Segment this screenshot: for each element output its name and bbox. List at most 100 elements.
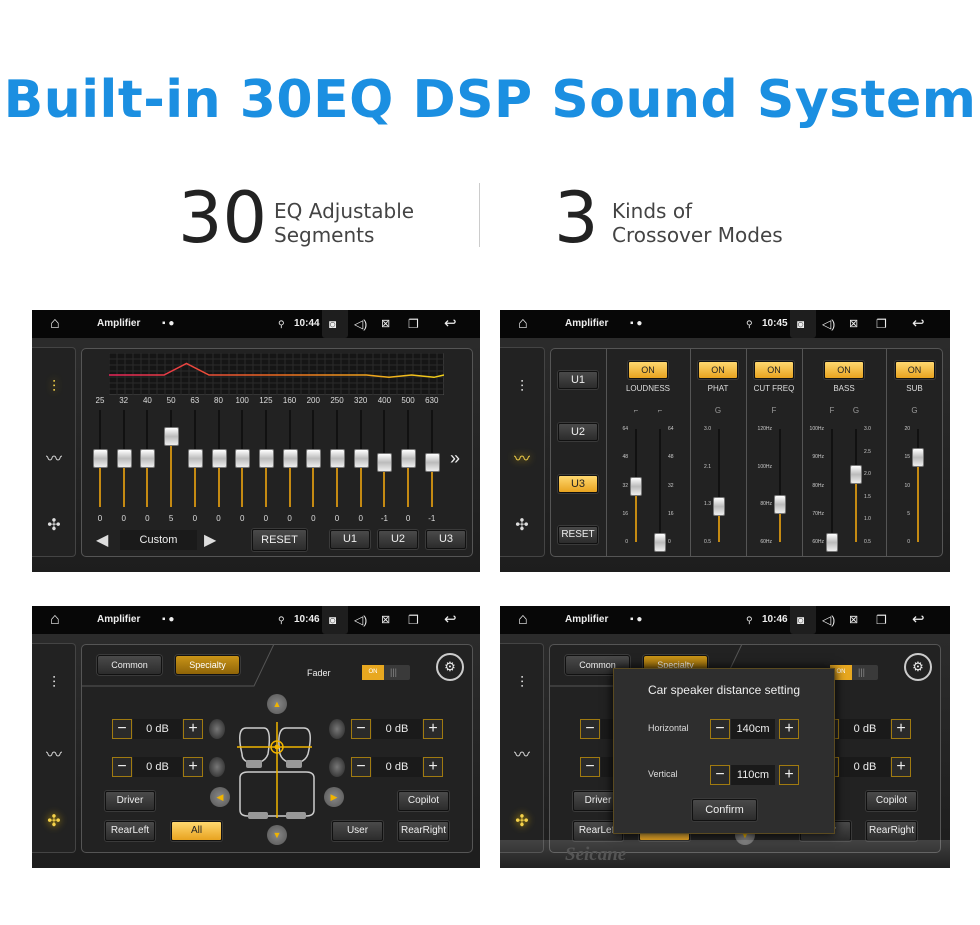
front-left-plus-button[interactable]: + xyxy=(183,719,203,739)
horizontal-plus-button[interactable]: + xyxy=(779,719,799,739)
front-left-minus-button[interactable]: − xyxy=(112,719,132,739)
next-bands-icon[interactable]: » xyxy=(450,448,460,469)
crossover-slider-track[interactable] xyxy=(659,429,661,542)
confirm-button[interactable]: Confirm xyxy=(692,799,757,821)
front-right-plus-button[interactable]: + xyxy=(423,719,443,739)
eq-slider-handle[interactable] xyxy=(377,453,393,473)
recents-icon[interactable]: ❐ xyxy=(408,606,419,634)
home-icon[interactable]: ⌂ xyxy=(518,310,528,338)
sidebar-eq-icon[interactable]: ⫶ xyxy=(44,378,64,398)
back-icon[interactable]: ↩ xyxy=(912,606,925,634)
close-app-icon[interactable]: ⊠ xyxy=(849,310,858,338)
eq-slider-handle[interactable] xyxy=(424,453,440,473)
eq-reset-button[interactable]: RESET xyxy=(252,529,307,551)
home-icon[interactable]: ⌂ xyxy=(50,606,60,634)
toggle-phat[interactable]: ON xyxy=(698,361,738,379)
speaker-distance-settings-icon[interactable]: ⚙ xyxy=(436,653,464,681)
volume-icon[interactable]: ◁) xyxy=(822,310,835,338)
camera-icon[interactable]: ◙ xyxy=(797,310,804,338)
eq-slider-handle[interactable] xyxy=(306,449,322,468)
close-app-icon[interactable]: ⊠ xyxy=(381,310,390,338)
sidebar-crossover-icon[interactable]: 〰 xyxy=(512,450,532,470)
home-icon[interactable]: ⌂ xyxy=(518,606,528,634)
eq-u1-button[interactable]: U1 xyxy=(330,530,370,549)
crossover-slider-handle[interactable] xyxy=(654,533,666,552)
rear-right-plus-button[interactable]: + xyxy=(891,757,911,777)
crossover-slider-track[interactable] xyxy=(831,429,833,542)
user-button[interactable]: User xyxy=(332,821,383,841)
rearleft-button[interactable]: RearLeft xyxy=(105,821,155,841)
sidebar-crossover-icon[interactable]: 〰 xyxy=(512,746,532,766)
crossover-slider-handle[interactable] xyxy=(826,533,838,552)
home-icon[interactable]: ⌂ xyxy=(50,310,60,338)
crossover-slider-handle[interactable] xyxy=(630,476,642,496)
volume-icon[interactable]: ◁) xyxy=(822,606,835,634)
horizontal-minus-button[interactable]: − xyxy=(710,719,730,739)
sidebar-eq-icon[interactable]: ⫶ xyxy=(512,674,532,694)
crossover-slider-handle[interactable] xyxy=(850,465,862,485)
vertical-minus-button[interactable]: − xyxy=(710,765,730,785)
eq-slider-handle[interactable] xyxy=(187,449,203,468)
crossover-u1-button[interactable]: U1 xyxy=(558,371,598,389)
rear-left-minus-button[interactable]: − xyxy=(580,757,600,777)
rearright-button[interactable]: RearRight xyxy=(398,821,449,841)
fader-toggle[interactable]: ON ||| xyxy=(362,665,410,680)
toggle-loudness[interactable]: ON xyxy=(628,361,668,379)
back-icon[interactable]: ↩ xyxy=(444,310,457,338)
back-icon[interactable]: ↩ xyxy=(444,606,457,634)
eq-slider-handle[interactable] xyxy=(211,449,227,468)
fader-toggle[interactable]: ON ||| xyxy=(830,665,878,680)
sidebar-balance-icon[interactable]: ✣ xyxy=(512,812,532,832)
balance-left-button[interactable]: ◀ xyxy=(210,787,230,807)
crossover-u3-button[interactable]: U3 xyxy=(558,475,598,493)
recents-icon[interactable]: ❐ xyxy=(876,310,887,338)
sidebar-balance-icon[interactable]: ✣ xyxy=(44,516,64,536)
eq-slider-handle[interactable] xyxy=(353,449,369,468)
balance-right-button[interactable]: ▶ xyxy=(324,787,344,807)
eq-slider-handle[interactable] xyxy=(401,449,417,468)
copilot-button[interactable]: Copilot xyxy=(398,791,449,811)
crossover-reset-button[interactable]: RESET xyxy=(558,526,598,544)
rear-left-plus-button[interactable]: + xyxy=(183,757,203,777)
front-right-minus-button[interactable]: − xyxy=(351,719,371,739)
rearright-button[interactable]: RearRight xyxy=(866,821,917,841)
camera-icon[interactable]: ◙ xyxy=(329,606,336,634)
crossover-u2-button[interactable]: U2 xyxy=(558,423,598,441)
tab-specialty[interactable]: Specialty xyxy=(175,655,240,675)
close-app-icon[interactable]: ⊠ xyxy=(381,606,390,634)
rear-right-minus-button[interactable]: − xyxy=(351,757,371,777)
copilot-button[interactable]: Copilot xyxy=(866,791,917,811)
eq-slider-handle[interactable] xyxy=(140,449,156,468)
eq-u2-button[interactable]: U2 xyxy=(378,530,418,549)
sidebar-crossover-icon[interactable]: 〰 xyxy=(44,450,64,470)
close-app-icon[interactable]: ⊠ xyxy=(849,606,858,634)
recents-icon[interactable]: ❐ xyxy=(408,310,419,338)
crossover-slider-handle[interactable] xyxy=(774,495,786,515)
volume-icon[interactable]: ◁) xyxy=(354,606,367,634)
camera-icon[interactable]: ◙ xyxy=(329,310,336,338)
speaker-distance-settings-icon[interactable]: ⚙ xyxy=(904,653,932,681)
toggle-bass[interactable]: ON xyxy=(824,361,864,379)
crossover-slider-handle[interactable] xyxy=(912,448,924,468)
toggle-sub[interactable]: ON xyxy=(894,361,935,379)
sidebar-balance-icon[interactable]: ✣ xyxy=(512,516,532,536)
eq-slider-handle[interactable] xyxy=(235,449,251,468)
sidebar-balance-icon[interactable]: ✣ xyxy=(44,812,64,832)
sidebar-eq-icon[interactable]: ⫶ xyxy=(44,674,64,694)
sidebar-eq-icon[interactable]: ⫶ xyxy=(512,378,532,398)
vertical-plus-button[interactable]: + xyxy=(779,765,799,785)
rear-left-minus-button[interactable]: − xyxy=(112,757,132,777)
next-preset-icon[interactable]: ▶ xyxy=(204,530,216,550)
prev-preset-icon[interactable]: ◀ xyxy=(96,530,108,550)
eq-u3-button[interactable]: U3 xyxy=(426,530,466,549)
toggle-cut-freq[interactable]: ON xyxy=(754,361,794,379)
sidebar-crossover-icon[interactable]: 〰 xyxy=(44,746,64,766)
camera-icon[interactable]: ◙ xyxy=(797,606,804,634)
front-right-plus-button[interactable]: + xyxy=(891,719,911,739)
recents-icon[interactable]: ❐ xyxy=(876,606,887,634)
all-button[interactable]: All xyxy=(171,821,222,841)
eq-slider-handle[interactable] xyxy=(330,449,345,468)
front-left-minus-button[interactable]: − xyxy=(580,719,600,739)
driver-button[interactable]: Driver xyxy=(105,791,155,811)
rear-right-plus-button[interactable]: + xyxy=(423,757,443,777)
